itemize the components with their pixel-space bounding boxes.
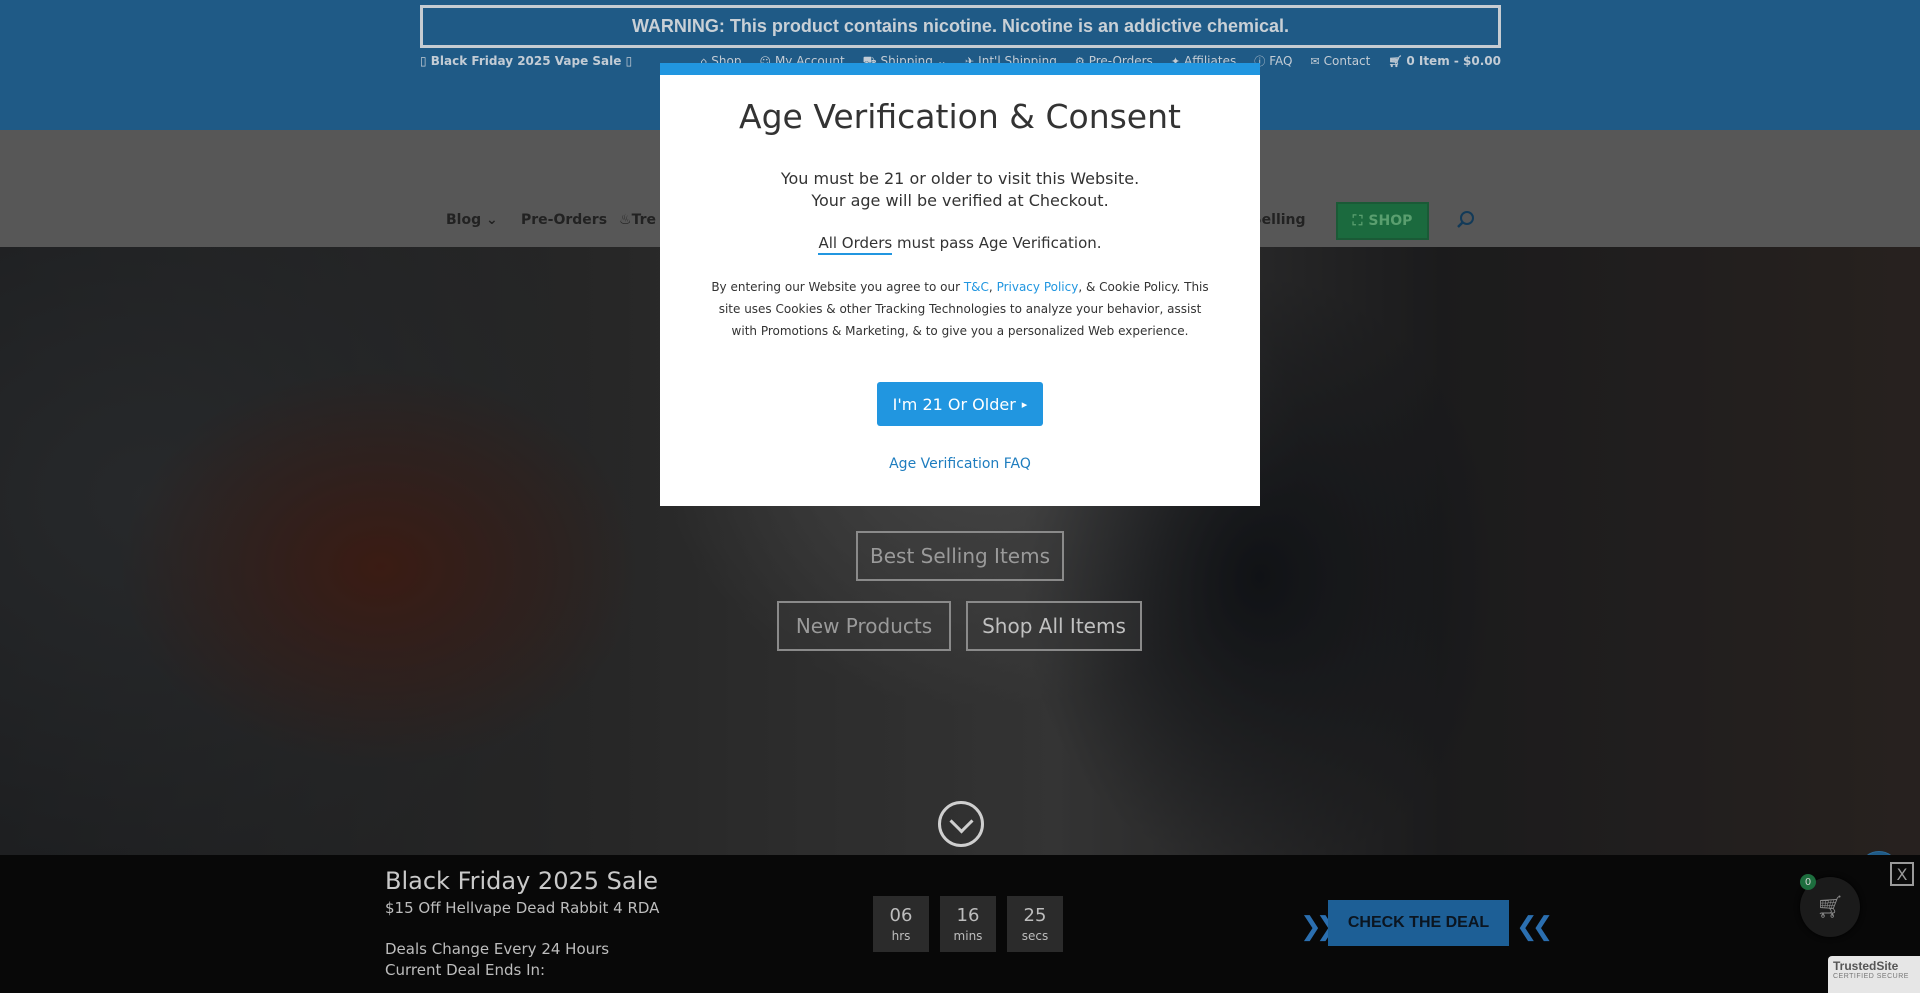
check-deal-button[interactable]: CHECK THE DEAL — [1328, 900, 1509, 946]
scroll-down-icon[interactable] — [938, 801, 984, 847]
nav-item-preorders[interactable]: Pre-Orders — [521, 212, 607, 228]
nav-item-trending[interactable]: ♨Tre — [619, 212, 656, 228]
deal-ends-label: Current Deal Ends In: — [385, 961, 546, 979]
shop-all-button[interactable]: Shop All Items — [966, 601, 1142, 651]
consent-text: By entering our Website you agree to our… — [711, 280, 1209, 338]
age-confirm-button[interactable]: I'm 21 Or Older ▸ — [876, 382, 1044, 426]
deal-title: Black Friday 2025 Sale — [385, 867, 659, 895]
top-link-contact[interactable]: ✉ Contact — [1310, 54, 1370, 68]
privacy-policy-link[interactable]: Privacy Policy — [997, 280, 1079, 294]
cart-icon: 🛒︎ — [1388, 54, 1403, 68]
age-verification-modal: Age Verification & Consent You must be 2… — [660, 63, 1260, 506]
promo-left-icon: ▯ — [420, 54, 431, 68]
deal-note: Deals Change Every 24 Hours — [385, 940, 610, 958]
double-chevron-left-icon: ❮❮ — [1516, 912, 1553, 942]
promo-link[interactable]: ▯ Black Friday 2025 Vape Sale ▯ — [420, 54, 632, 68]
countdown-minutes: 16 mins — [940, 896, 996, 952]
countdown-hours: 06 hrs — [873, 896, 929, 952]
age-requirement-text: You must be 21 or older to visit this We… — [780, 169, 1140, 210]
nav-item-blog[interactable]: Blog ⌄ — [446, 212, 498, 228]
close-icon[interactable]: X — [1890, 862, 1914, 886]
tc-link[interactable]: T&C — [964, 280, 989, 294]
search-icon[interactable] — [1456, 210, 1476, 230]
gift-icon: ⛶ — [1352, 213, 1363, 229]
best-selling-button[interactable]: Best Selling Items — [856, 531, 1064, 581]
countdown-seconds: 25 secs — [1007, 896, 1063, 952]
flame-icon: ♨ — [619, 212, 632, 228]
promo-right-icon: ▯ — [621, 54, 633, 68]
cart-icon: 🛒︎ — [1816, 894, 1844, 920]
modal-title: Age Verification & Consent — [739, 97, 1181, 136]
mail-icon: ✉ — [1310, 54, 1320, 68]
nav-shop-button[interactable]: ⛶ SHOP — [1336, 202, 1429, 240]
cart-count-badge: 0 — [1800, 874, 1816, 890]
trustedsite-badge[interactable]: TrustedSite CERTIFIED SECURE — [1828, 956, 1920, 993]
deal-bar: Black Friday 2025 Sale $15 Off Hellvape … — [0, 855, 1920, 993]
deal-subtitle: $15 Off Hellvape Dead Rabbit 4 RDA — [385, 899, 660, 917]
caret-right-icon: ▸ — [1021, 397, 1028, 411]
nicotine-warning: WARNING: This product contains nicotine.… — [420, 5, 1501, 48]
orders-verification-text: All Orders must pass Age Verification. — [660, 234, 1260, 255]
top-cart-link[interactable]: 🛒︎ 0 Item - $0.00 — [1388, 54, 1501, 68]
all-orders-link[interactable]: All Orders — [818, 234, 893, 255]
new-products-button[interactable]: New Products — [777, 601, 951, 651]
double-chevron-right-icon: ❯❯ — [1300, 912, 1337, 942]
age-verification-faq-link[interactable]: Age Verification FAQ — [660, 456, 1260, 472]
countdown-timer: 06 hrs 16 mins 25 secs — [873, 896, 1063, 952]
chevron-down-icon: ⌄ — [485, 212, 498, 228]
